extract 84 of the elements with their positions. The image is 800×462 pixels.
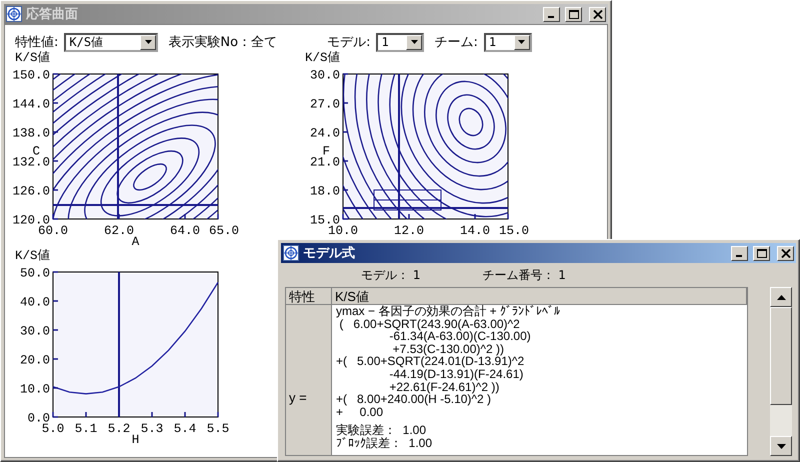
- minimize-icon: [736, 255, 742, 257]
- axis-label: A: [132, 235, 140, 247]
- axis-tick-label: 21.0: [310, 156, 340, 170]
- column-header: K/S値: [332, 288, 747, 305]
- info-text: 表示実験No：全て: [168, 34, 278, 51]
- axis-tick-label: 132.0: [12, 156, 50, 170]
- axis-tick-label: 5.2: [108, 422, 130, 436]
- axis-tick-label: 65.0: [209, 224, 239, 238]
- error-line: ﾌﾞﾛｯｸ誤差： 1.00: [336, 436, 434, 450]
- formula-line: +( 8.00+240.00(H -5.10)^2 ): [336, 393, 492, 406]
- minimize-icon: [548, 16, 554, 18]
- chart-title: K/S値: [15, 51, 51, 65]
- maximize-button[interactable]: [753, 246, 770, 260]
- team-number: チーム番号： 1: [482, 266, 566, 284]
- close-button[interactable]: [589, 6, 606, 22]
- axis-tick-label: 5.4: [174, 422, 196, 436]
- axis-label: H: [132, 433, 140, 445]
- caret-icon: [410, 40, 418, 44]
- maximize-icon: [568, 10, 578, 18]
- minimize-button[interactable]: [543, 6, 560, 22]
- window-title: モデル式: [303, 245, 356, 262]
- maximize-icon: [756, 248, 766, 258]
- formula-line: + 0.00: [336, 406, 384, 418]
- axis-tick-label: 40.0: [20, 296, 50, 310]
- axis-tick-label: 10.0: [20, 382, 50, 396]
- formula-line: ( 6.00+SQRT(243.90(A-63.00)^2: [339, 318, 520, 330]
- axis-tick-label: 10.0: [328, 224, 358, 238]
- dropdown[interactable]: K/S値: [64, 32, 158, 52]
- target-icon: [6, 6, 22, 22]
- formula-line: +22.61(F-24.61)^2 )): [389, 380, 500, 394]
- chart-title: K/S値: [305, 51, 341, 65]
- axis-tick-label: 30.0: [310, 68, 340, 82]
- axis-tick-label: 64.0: [170, 224, 200, 238]
- axis-tick-label: 20.0: [20, 354, 50, 368]
- dropdown[interactable]: 1: [376, 32, 424, 52]
- field-label: 特性値:: [15, 34, 58, 51]
- axis-tick-label: 5.1: [74, 422, 98, 436]
- field-label: モデル:: [327, 34, 370, 51]
- close-icon: [780, 248, 790, 258]
- close-icon: [592, 10, 602, 18]
- axis-tick-label: 50.0: [20, 266, 50, 280]
- target-icon: [283, 245, 299, 261]
- axis-label: F: [322, 144, 330, 158]
- axis-tick-label: 18.0: [310, 184, 340, 198]
- triangle-down-icon: [776, 444, 786, 448]
- formula-line: ymax − 各因子の効果の合計 + ｸﾞﾗﾝﾄﾞﾚﾍﾞﾙ: [336, 305, 562, 318]
- axis-tick-label: 144.0: [12, 98, 50, 112]
- axis-tick-label: 5.5: [206, 422, 230, 436]
- field-label: チーム:: [434, 34, 478, 51]
- axis-tick-label: 138.0: [12, 126, 50, 140]
- minimize-button[interactable]: [731, 246, 748, 260]
- axis-tick-label: 24.0: [310, 126, 340, 140]
- maximize-button[interactable]: [565, 6, 582, 22]
- axis-tick-label: 62.0: [104, 224, 134, 238]
- axis-tick-label: 5.0: [42, 422, 64, 436]
- model-number: モデル： 1: [361, 266, 420, 284]
- axis-tick-label: 60.0: [38, 224, 68, 238]
- formula-line: -61.34(A-63.00)(C-130.00): [389, 330, 532, 343]
- axis-tick-label: 15.0: [499, 224, 529, 238]
- close-button[interactable]: [777, 246, 794, 260]
- axis-tick-label: 27.0: [310, 98, 340, 112]
- formula-line: +7.53(C-130.00)^2 )): [392, 342, 504, 356]
- axis-tick-label: 14.0: [460, 224, 490, 238]
- axis-tick-label: 150.0: [12, 68, 50, 82]
- scroll-thumb[interactable]: [770, 307, 792, 405]
- row-label-text: y =: [289, 390, 307, 405]
- formula-line: +( 5.00+SQRT(224.01(D-13.91)^2: [336, 355, 526, 368]
- axis-tick-label: 126.0: [12, 184, 50, 198]
- chart-title: K/S値: [15, 249, 51, 263]
- scroll-down-button[interactable]: [770, 436, 792, 456]
- triangle-up-icon: [776, 294, 786, 300]
- column-header: 特性: [286, 288, 332, 305]
- formula-line: -44.19(D-13.91)(F-24.61): [389, 368, 524, 381]
- error-line: 実験誤差： 1.00: [336, 424, 428, 437]
- caret-icon: [144, 40, 152, 44]
- axis-tick-label: 5.3: [140, 422, 164, 436]
- caret-icon: [518, 40, 526, 44]
- scrollbar[interactable]: [770, 287, 792, 456]
- window-title: 応答曲面: [26, 6, 79, 23]
- axis-tick-label: 30.0: [20, 324, 50, 338]
- axis-label: C: [32, 144, 40, 158]
- scroll-up-button[interactable]: [770, 287, 792, 307]
- dropdown[interactable]: 1: [484, 32, 532, 52]
- axis-tick-label: 12.0: [394, 224, 424, 238]
